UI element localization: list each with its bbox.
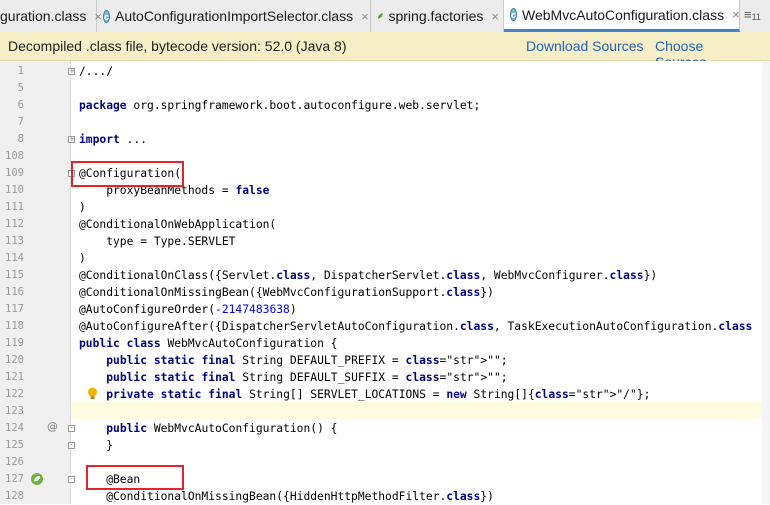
fold-toggle-icon[interactable]: + (68, 136, 75, 143)
line-number: 6 (17, 99, 24, 111)
tab-configuration-class[interactable]: guration.class × (0, 0, 102, 32)
line-number: 112 (5, 218, 24, 230)
code-text: import ... (79, 133, 148, 146)
spring-bean-icon[interactable] (30, 472, 44, 486)
close-icon[interactable]: × (361, 9, 369, 24)
code-text: /.../ (79, 65, 114, 78)
code-line[interactable]: 125 } (0, 437, 770, 454)
code-text: private static final String[] SERVLET_LO… (106, 388, 651, 401)
line-number: 5 (17, 82, 24, 94)
code-line[interactable]: 120 public static final String DEFAULT_P… (0, 352, 770, 369)
tab-overflow-count: 11 (751, 12, 761, 22)
code-text: public class WebMvcAutoConfiguration { (79, 337, 338, 350)
code-line[interactable]: 112 @ConditionalOnWebApplication( (0, 216, 770, 233)
list-icon: ≡ (744, 7, 752, 22)
line-number: 7 (17, 116, 24, 128)
vertical-scrollbar[interactable] (762, 61, 770, 504)
code-text: @ConditionalOnMissingBean({WebMvcConfigu… (79, 286, 494, 299)
class-icon: c (103, 9, 111, 23)
annotation-highlight-bean (86, 465, 184, 490)
tab-label: spring.factories (388, 8, 484, 24)
code-line[interactable]: 117 @AutoConfigureOrder(-2147483638) (0, 301, 770, 318)
line-number: 125 (5, 439, 24, 451)
line-number: 109 (5, 167, 24, 179)
tab-label: WebMvcAutoConfiguration.class (522, 6, 725, 23)
lightbulb-icon[interactable] (87, 387, 98, 401)
code-text: type = Type.SERVLET (79, 235, 236, 248)
code-text: @ConditionalOnClass({Servlet.class, Disp… (79, 269, 658, 282)
annotation-highlight-configuration (71, 161, 184, 187)
line-number: 128 (5, 490, 24, 502)
line-number: 1 (17, 65, 24, 77)
line-number: 127 (5, 473, 24, 485)
code-line[interactable]: 111) (0, 199, 770, 216)
code-text: @AutoConfigureAfter({DispatcherServletAu… (79, 320, 753, 333)
line-number: 110 (5, 184, 24, 196)
tab-webmvcautoconfiguration-class[interactable]: c WebMvcAutoConfiguration.class × (504, 0, 740, 32)
tab-overflow-button[interactable]: ≡11 (744, 7, 761, 22)
fold-toggle-icon[interactable]: + (68, 68, 75, 75)
tab-label: guration.class (0, 8, 87, 24)
line-number: 119 (5, 337, 24, 349)
code-line[interactable]: 114) (0, 250, 770, 267)
banner-message: Decompiled .class file, bytecode version… (8, 38, 347, 54)
class-icon: c (510, 8, 518, 21)
code-line[interactable]: 121 public static final String DEFAULT_S… (0, 369, 770, 386)
code-text: public WebMvcAutoConfiguration() { (106, 422, 338, 435)
line-number: 124 (5, 422, 24, 434)
tab-label: AutoConfigurationImportSelector.class (115, 8, 354, 24)
fold-toggle-icon[interactable]: - (68, 442, 75, 449)
line-number: 126 (5, 456, 24, 468)
code-line[interactable]: 124 public WebMvcAutoConfiguration() { (0, 420, 770, 437)
line-number: 122 (5, 388, 24, 400)
line-number: 116 (5, 286, 24, 298)
close-icon[interactable]: × (732, 7, 740, 22)
code-line[interactable]: 123 (0, 403, 770, 420)
code-line[interactable]: 115 @ConditionalOnClass({Servlet.class, D… (0, 267, 770, 284)
code-line[interactable]: 5 (0, 80, 770, 97)
code-text: ) (79, 252, 86, 265)
code-line[interactable]: 1 /.../ (0, 63, 770, 80)
line-number: 115 (5, 269, 24, 281)
close-icon[interactable]: × (491, 9, 499, 24)
code-text: @ConditionalOnWebApplication( (79, 218, 277, 231)
tab-spring-factories[interactable]: spring.factories × (371, 0, 504, 32)
fold-toggle-icon[interactable]: - (68, 476, 75, 483)
line-number: 118 (5, 320, 24, 332)
code-text: } (79, 439, 114, 452)
editor-tab-bar: guration.class × c AutoConfigurationImpo… (0, 0, 770, 33)
line-number: 111 (5, 201, 24, 213)
code-line[interactable]: 6 package org.springframework.boot.autoco… (0, 97, 770, 114)
download-sources-link[interactable]: Download Sources (526, 38, 644, 54)
line-number: 114 (5, 252, 24, 264)
code-line[interactable]: 8 import ... (0, 131, 770, 148)
tab-autoconfigurationimportselector-class[interactable]: c AutoConfigurationImportSelector.class … (97, 0, 371, 32)
code-text: @ConditionalOnMissingBean({HiddenHttpMet… (79, 490, 494, 503)
spring-leaf-icon (377, 13, 383, 19)
code-line[interactable]: 118 @AutoConfigureAfter({DispatcherServle… (0, 318, 770, 335)
fold-toggle-icon[interactable]: - (68, 425, 75, 432)
line-number: 123 (5, 405, 24, 417)
decompiled-banner: Decompiled .class file, bytecode version… (0, 32, 770, 70)
code-text: public static final String DEFAULT_SUFFI… (106, 371, 508, 384)
code-text: @AutoConfigureOrder(-2147483638) (79, 303, 297, 316)
line-number: 108 (5, 150, 24, 162)
code-line[interactable]: 122 private static final String[] SERVLE… (0, 386, 770, 403)
override-marker-icon[interactable]: @ (47, 420, 58, 433)
code-line[interactable]: 116 @ConditionalOnMissingBean({WebMvcConf… (0, 284, 770, 301)
code-line[interactable]: 119 public class WebMvcAutoConfiguration … (0, 335, 770, 352)
code-text: package org.springframework.boot.autocon… (79, 99, 481, 112)
code-line[interactable]: 128 @ConditionalOnMissingBean({HiddenHtt… (0, 488, 770, 505)
line-number: 120 (5, 354, 24, 366)
line-number: 113 (5, 235, 24, 247)
code-line[interactable]: 7 (0, 114, 770, 131)
line-number: 117 (5, 303, 24, 315)
code-text: public static final String DEFAULT_PREFI… (106, 354, 508, 367)
code-line[interactable]: 113 type = Type.SERVLET (0, 233, 770, 250)
line-number: 8 (17, 133, 24, 145)
line-number: 121 (5, 371, 24, 383)
code-text: ) (79, 201, 86, 214)
